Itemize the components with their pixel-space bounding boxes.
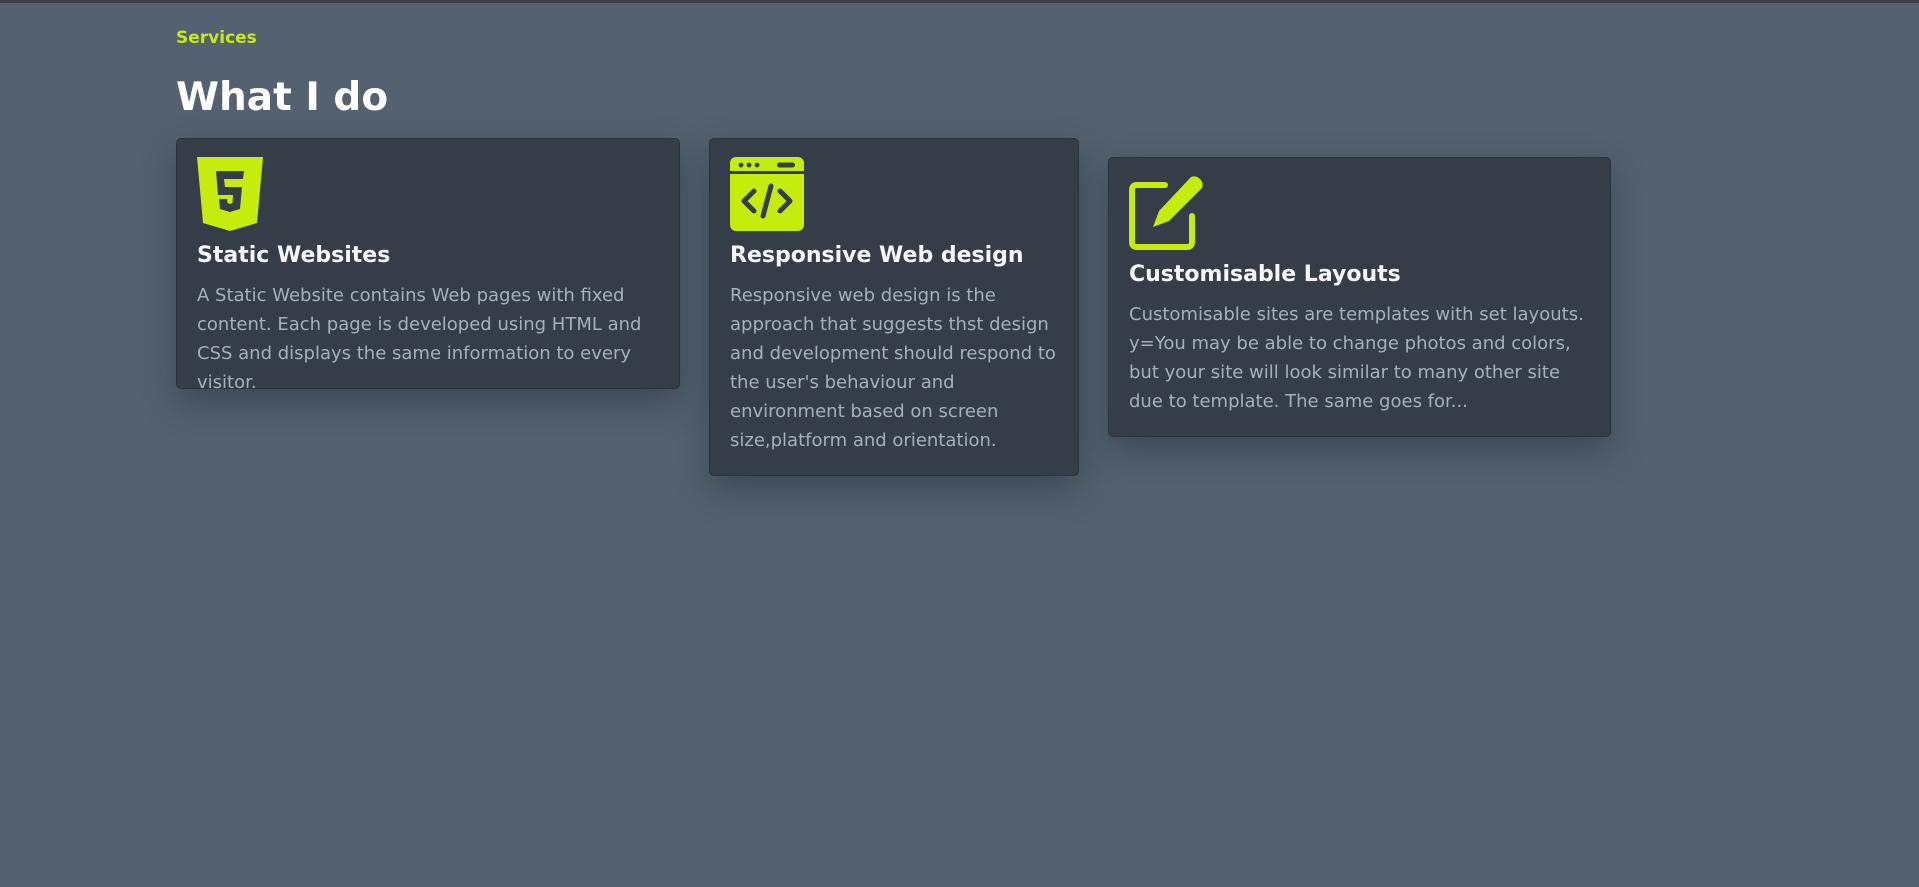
section-eyebrow: Services bbox=[176, 28, 257, 48]
card-description: Responsive web design is the approach th… bbox=[730, 285, 1056, 451]
code-browser-icon bbox=[730, 157, 804, 231]
top-border bbox=[0, 0, 1919, 3]
edit-pen-icon bbox=[1129, 176, 1203, 250]
card-title: Responsive Web design bbox=[730, 243, 1024, 268]
card-description: Customisable sites are templates with se… bbox=[1129, 304, 1584, 412]
service-card-static-websites: Static Websites A Static Website contain… bbox=[176, 138, 680, 393]
service-card-responsive-web-design: Responsive Web design Responsive web des… bbox=[709, 138, 1079, 476]
section-title: What I do bbox=[176, 75, 389, 120]
html5-icon bbox=[197, 157, 271, 231]
card-description: A Static Website contains Web pages with… bbox=[197, 285, 642, 393]
card-title: Customisable Layouts bbox=[1129, 262, 1401, 287]
service-card-customisable-layouts: Customisable Layouts Customisable sites … bbox=[1108, 157, 1611, 437]
card-title: Static Websites bbox=[197, 243, 391, 268]
